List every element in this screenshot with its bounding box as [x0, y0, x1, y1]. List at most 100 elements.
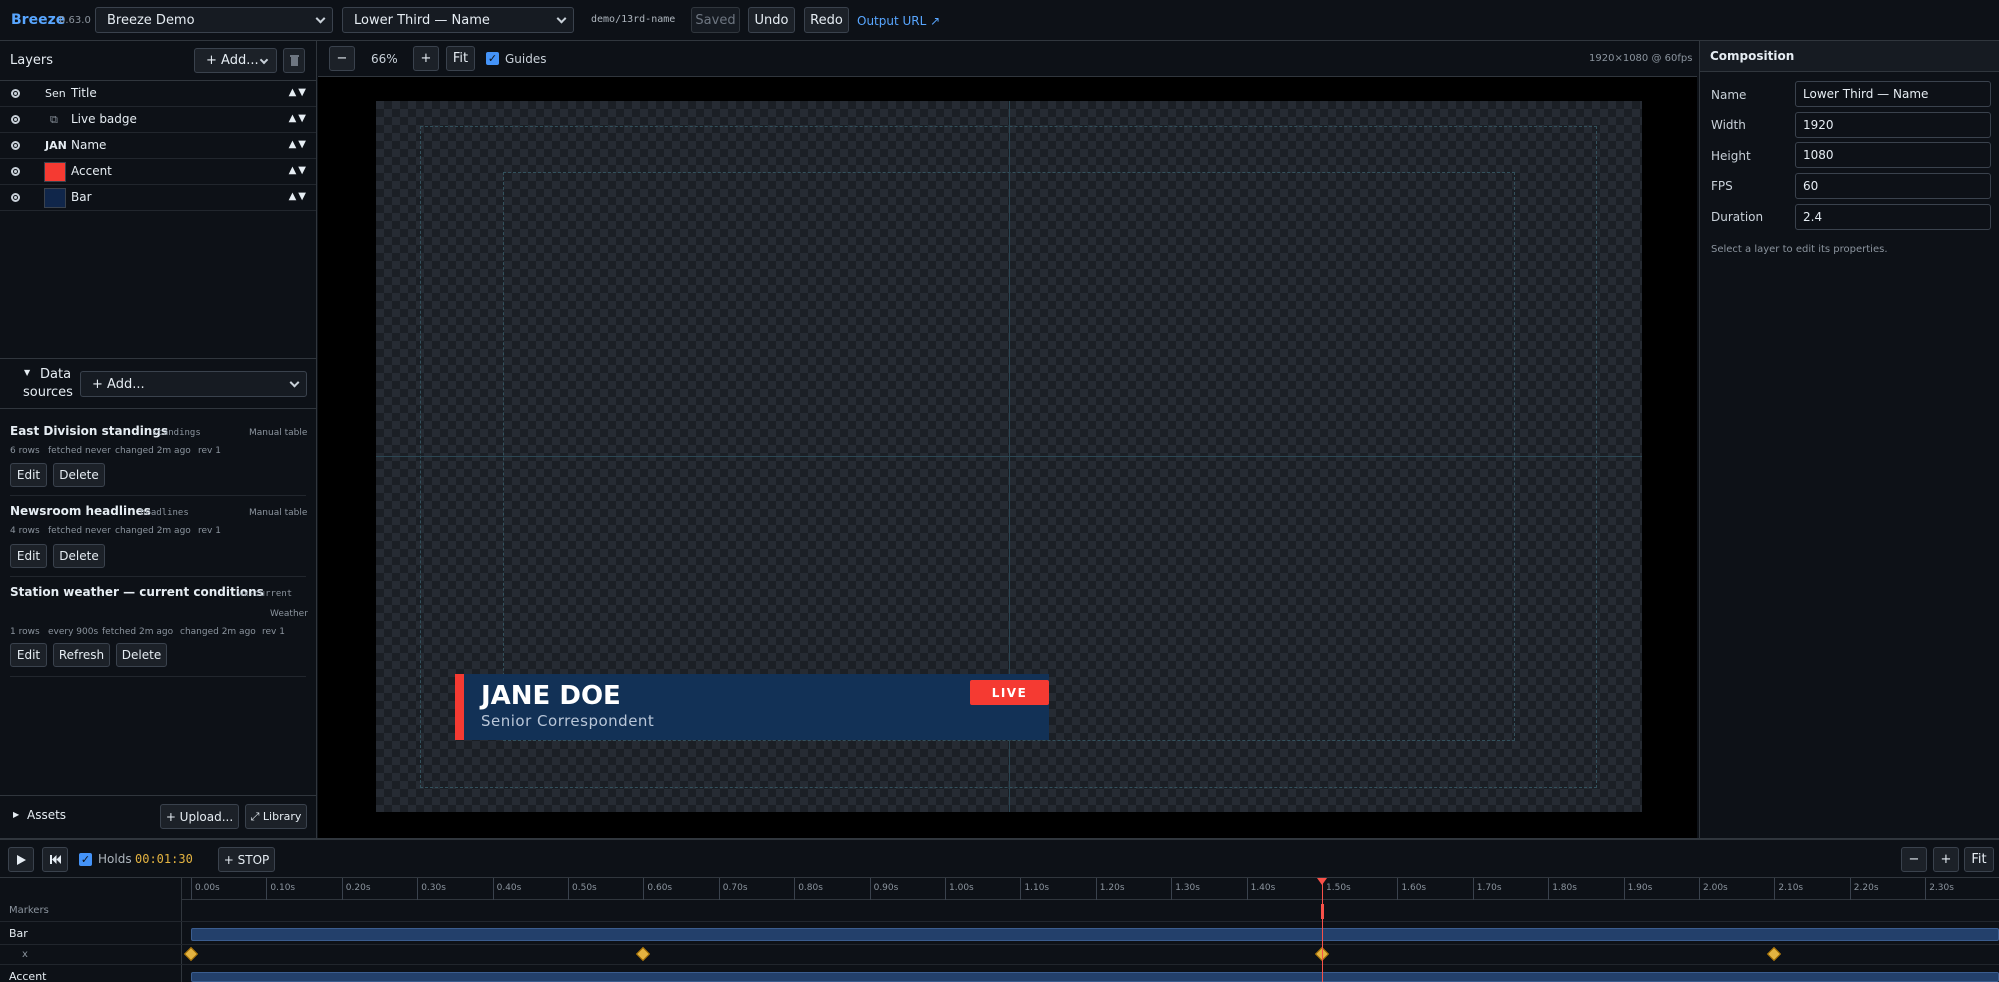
lower-third-name[interactable]: JANE DOE	[481, 681, 621, 711]
redo-label: Redo	[810, 12, 843, 28]
delete-button[interactable]: Delete	[53, 463, 105, 487]
time-ruler[interactable]: 0.00s 0.10s 0.20s 0.30s 0.40s 0.50s 0.60s 0.70s…	[182, 878, 1999, 900]
layer-row[interactable]: JAN Name ▲▼	[0, 133, 316, 159]
delete-label: Delete	[121, 648, 162, 662]
rewind-button[interactable]	[42, 847, 68, 872]
delete-button[interactable]: Delete	[116, 643, 167, 667]
upload-button[interactable]: + Upload...	[160, 804, 239, 829]
delete-label: Delete	[59, 549, 99, 563]
reorder-arrows-icon[interactable]: ▲▼	[289, 87, 308, 98]
ruler-tick: 0.90s	[869, 878, 898, 900]
accent-clip[interactable]	[191, 972, 1999, 982]
expand-caret-icon[interactable]: ▼	[24, 368, 30, 377]
ruler-tick-label: 0.40s	[496, 883, 522, 893]
timeline-zoom-out-label: −	[1908, 852, 1920, 867]
delete-layer-button[interactable]	[283, 48, 305, 73]
edit-button[interactable]: Edit	[10, 544, 47, 568]
play-button[interactable]	[8, 847, 34, 872]
reorder-arrows-icon[interactable]: ▲▼	[289, 165, 308, 176]
ruler-tick-label: 0.90s	[873, 883, 899, 893]
expand-caret-icon[interactable]: ▶	[13, 810, 19, 819]
data-source-divider	[10, 495, 306, 496]
data-source-meta: changed 2m ago	[180, 627, 256, 637]
data-source-meta: fetched 2m ago	[102, 627, 174, 637]
delete-button[interactable]: Delete	[53, 544, 105, 568]
resolution-readout: 1920×1080 @ 60fps	[1589, 53, 1693, 64]
layer-row[interactable]: Sen Title ▲▼	[0, 81, 316, 107]
reorder-arrows-icon[interactable]: ▲▼	[289, 139, 308, 150]
ruler-tick-label: 1.00s	[949, 883, 974, 893]
track-label-markers: Markers	[9, 905, 49, 916]
ruler-tick-label: 0.80s	[798, 883, 823, 893]
name-field[interactable]: Lower Third — Name	[1795, 81, 1991, 107]
ruler-tick: 2.20s	[1849, 878, 1879, 900]
composition-hint: Select a layer to edit its properties.	[1711, 244, 1888, 255]
width-field[interactable]: 1920	[1795, 112, 1991, 138]
timeline-zoom-in-button[interactable]: +	[1933, 847, 1959, 872]
live-badge[interactable]: LIVE	[970, 680, 1049, 705]
height-label: Height	[1711, 149, 1751, 163]
reorder-arrows-icon[interactable]: ▲▼	[289, 113, 308, 124]
layer-name: Live badge	[71, 112, 137, 126]
visibility-eye-icon[interactable]	[11, 115, 20, 124]
data-sources-header-divider	[0, 408, 316, 409]
ruler-tick-label: 1.90s	[1627, 883, 1653, 893]
lower-third-accent[interactable]	[455, 674, 464, 740]
ruler-tick: 2.00s	[1699, 878, 1728, 900]
layer-name: Accent	[71, 164, 112, 178]
add-data-source-select[interactable]: + Add...	[80, 371, 307, 397]
zoom-out-button[interactable]: −	[329, 46, 355, 71]
add-layer-button[interactable]: + Add...	[194, 48, 277, 73]
redo-button[interactable]: Redo	[804, 7, 849, 33]
duration-field[interactable]: 2.4	[1795, 204, 1991, 230]
visibility-eye-icon[interactable]	[11, 89, 20, 98]
undo-button[interactable]: Undo	[748, 7, 795, 33]
ruler-tick: 0.80s	[794, 878, 823, 900]
data-source-type: Manual table	[249, 428, 308, 438]
ruler-tick: 1.00s	[945, 878, 974, 900]
layer-row[interactable]: Accent ▲▼	[0, 159, 316, 185]
project-select[interactable]: Breeze Demo	[95, 7, 333, 33]
height-field[interactable]: 1080	[1795, 142, 1991, 168]
app-name: Breeze	[11, 12, 66, 28]
layer-row[interactable]: Bar ▲▼	[0, 185, 316, 211]
playhead-handle[interactable]	[1317, 878, 1327, 885]
timeline-fit-button[interactable]: Fit	[1964, 847, 1994, 872]
guides-checkbox[interactable]: ✓	[486, 52, 499, 65]
fps-field[interactable]: 60	[1795, 173, 1991, 199]
fit-button[interactable]: Fit	[446, 46, 475, 71]
reorder-arrows-icon[interactable]: ▲▼	[289, 191, 308, 202]
bar-clip[interactable]	[191, 928, 1999, 941]
graphic-select-value: Lower Third — Name	[354, 12, 490, 28]
data-source-slug: standings	[152, 428, 201, 438]
add-stop-button[interactable]: + STOP	[218, 847, 275, 872]
lower-third-subtitle[interactable]: Senior Correspondent	[481, 712, 654, 730]
edit-button[interactable]: Edit	[10, 643, 47, 667]
playhead[interactable]	[1317, 878, 1327, 982]
playhead-marker	[1321, 904, 1324, 919]
zoom-in-button[interactable]: +	[413, 46, 439, 71]
visibility-eye-icon[interactable]	[11, 141, 20, 150]
app-version: 0.63.0	[59, 15, 91, 26]
holds-checkbox[interactable]: ✓	[79, 853, 92, 866]
data-source-slug: headlines	[140, 508, 189, 518]
timeline-zoom-out-button[interactable]: −	[1901, 847, 1927, 872]
center-horizontal-guide	[376, 456, 1642, 457]
zoom-in-label: +	[420, 51, 432, 66]
ruler-tick-label: 1.80s	[1552, 883, 1577, 893]
refresh-button[interactable]: Refresh	[53, 643, 110, 667]
data-source-meta: 4 rows	[10, 526, 40, 536]
visibility-eye-icon[interactable]	[11, 167, 20, 176]
data-source-meta: every 900s	[48, 627, 99, 637]
layer-row[interactable]: ⧉ Live badge ▲▼	[0, 107, 316, 133]
edit-button[interactable]: Edit	[10, 463, 47, 487]
track-divider	[0, 964, 1999, 965]
ruler-tick-label: 0.30s	[421, 883, 446, 893]
timeline-zoom-in-label: +	[1940, 852, 1952, 867]
library-button[interactable]: ⤢ Library	[245, 804, 307, 829]
edit-label: Edit	[16, 648, 41, 662]
graphic-select[interactable]: Lower Third — Name	[342, 7, 574, 33]
output-url-link[interactable]: Output URL ↗	[857, 14, 940, 28]
visibility-eye-icon[interactable]	[11, 193, 20, 202]
add-data-source-label: + Add...	[92, 376, 145, 392]
